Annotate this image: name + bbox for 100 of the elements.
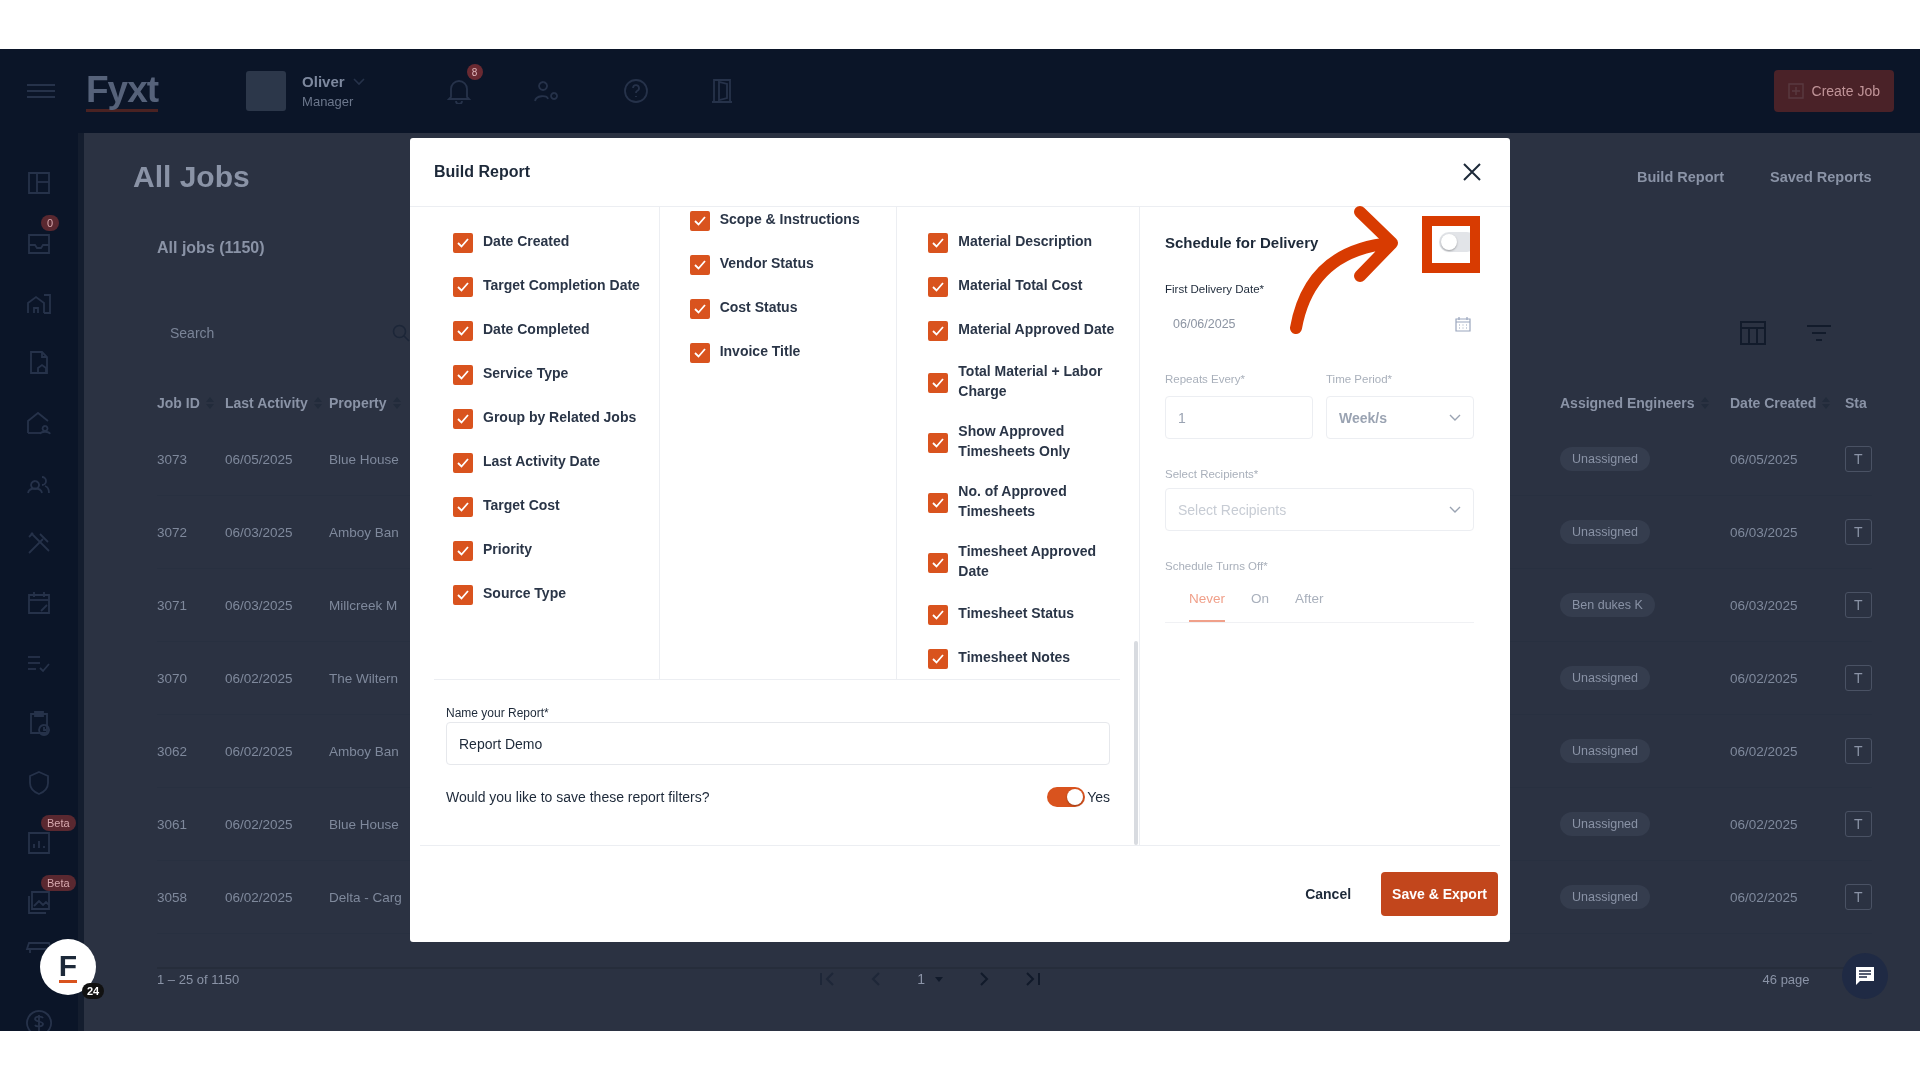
checkbox[interactable]	[928, 277, 949, 297]
header-link[interactable]: Saved Reports	[1770, 169, 1872, 185]
chat-icon	[1855, 966, 1875, 986]
column-header[interactable]: Sta	[1845, 395, 1867, 411]
checkbox[interactable]	[453, 585, 473, 605]
save-export-button[interactable]: Save & Export	[1381, 872, 1498, 916]
checkbox-label[interactable]: Vendor Status	[719, 253, 814, 273]
checkbox[interactable]	[453, 541, 473, 561]
column-header[interactable]: Job ID	[157, 395, 200, 411]
checkbox[interactable]	[689, 211, 710, 231]
last-page-icon[interactable]	[1024, 972, 1041, 986]
columns-icon[interactable]	[1739, 321, 1766, 345]
table-cell: 06/03/2025	[225, 597, 293, 613]
calendar-edit-icon[interactable]	[25, 589, 53, 617]
checkbox-label[interactable]: Cost Status	[719, 297, 798, 317]
checkbox[interactable]	[928, 321, 949, 341]
field-label: First Delivery Date*	[1165, 282, 1265, 297]
checkbox[interactable]	[928, 373, 949, 393]
checkbox-label[interactable]: Invoice Title	[719, 341, 801, 361]
chat-button[interactable]	[1842, 953, 1888, 999]
table-cell: The Wiltern	[329, 670, 399, 686]
image-stack-icon[interactable]	[25, 889, 53, 917]
column-header[interactable]: Assigned Engineers	[1560, 395, 1695, 411]
checkbox[interactable]	[453, 321, 473, 341]
header-link[interactable]: Build Report	[1637, 169, 1724, 185]
checkbox[interactable]	[928, 433, 949, 453]
page-count: 46 page	[1762, 971, 1810, 987]
checkbox-label[interactable]: Last Activity Date	[483, 451, 600, 471]
checkbox[interactable]	[928, 553, 949, 573]
checkbox[interactable]	[453, 233, 473, 253]
status-tag: T	[1845, 665, 1872, 691]
checkbox[interactable]	[453, 277, 473, 297]
close-icon[interactable]	[1462, 162, 1482, 182]
checkbox-label[interactable]: No. of Approved Timesheets	[958, 481, 1119, 521]
checkbox-label[interactable]: Timesheet Status	[958, 603, 1074, 623]
checkbox[interactable]	[928, 649, 949, 669]
results-range: 1 – 25 of 1150	[157, 971, 240, 987]
calendar-icon	[1455, 316, 1471, 332]
checkbox-label[interactable]: Show Approved Timesheets Only	[958, 421, 1119, 461]
checkbox-label[interactable]: Date Created	[483, 231, 570, 251]
table-cell: 3061	[157, 816, 188, 832]
user-gear-icon[interactable]	[532, 79, 561, 103]
filter-icon[interactable]	[1805, 324, 1832, 342]
engineer-tag: Ben dukes K	[1560, 593, 1655, 617]
checkbox-label[interactable]: Total Material + Labor Charge	[958, 361, 1119, 401]
checkmark-icon	[456, 456, 470, 470]
checkbox-label[interactable]: Group by Related Jobs	[483, 407, 637, 427]
layout-icon[interactable]	[25, 169, 53, 197]
table-cell: 06/02/2025	[1730, 743, 1798, 759]
menu-icon[interactable]	[27, 84, 55, 98]
door-icon[interactable]	[710, 78, 733, 104]
checkbox-label[interactable]: Timesheet Approved Date	[958, 541, 1119, 581]
table-cell: 06/02/2025	[225, 816, 293, 832]
table-cell: 3058	[157, 889, 188, 905]
table-cell: 06/02/2025	[1730, 816, 1798, 832]
checkbox-label[interactable]: Target Completion Date	[483, 275, 640, 295]
checkbox-label[interactable]: Service Type	[483, 363, 569, 383]
report-name-field[interactable]: Report Demo	[446, 722, 1110, 765]
checkbox[interactable]	[928, 493, 949, 513]
checkmark-icon	[931, 496, 946, 510]
checkbox-label[interactable]: Timesheet Notes	[958, 647, 1071, 667]
checkbox[interactable]	[689, 255, 710, 275]
checkbox[interactable]	[689, 299, 710, 319]
checkbox-label[interactable]: Material Approved Date	[958, 319, 1115, 339]
search-field[interactable]: Search	[168, 324, 392, 342]
checkbox-label[interactable]: Material Total Cost	[958, 275, 1083, 295]
checkbox[interactable]	[928, 605, 949, 625]
toggle-switch[interactable]	[1047, 787, 1086, 807]
checkmark-icon	[931, 556, 946, 570]
help-icon[interactable]	[622, 78, 649, 104]
create-job-button[interactable]: Create Job	[1773, 70, 1894, 112]
user-name[interactable]: Oliver	[302, 73, 345, 90]
column-header[interactable]: Last Activity	[225, 395, 308, 411]
checkmark-icon	[456, 500, 470, 514]
bar-chart-icon[interactable]	[25, 829, 53, 857]
checkbox-label[interactable]: Scope & Instructions	[719, 209, 860, 229]
bell-icon[interactable]	[446, 78, 471, 104]
page-select[interactable]: 1	[917, 971, 943, 987]
field-label: Select Recipients*	[1165, 467, 1259, 482]
checkbox[interactable]	[453, 497, 473, 517]
checkbox[interactable]	[453, 409, 473, 429]
engineer-tag: Unassigned	[1560, 520, 1650, 544]
checkbox-label[interactable]: Material Description	[958, 231, 1093, 251]
checkbox[interactable]	[689, 343, 710, 363]
column-header[interactable]: Date Created	[1730, 395, 1817, 411]
checkbox-label[interactable]: Source Type	[483, 583, 566, 603]
cancel-button[interactable]: Cancel	[1305, 876, 1352, 912]
table-cell: 06/05/2025	[225, 451, 293, 467]
dollar-icon[interactable]	[25, 1009, 53, 1031]
chevron-down-icon[interactable]	[352, 77, 365, 86]
checkbox-label[interactable]: Target Cost	[483, 495, 560, 515]
checkbox[interactable]	[928, 233, 949, 253]
checkbox[interactable]	[453, 453, 473, 473]
table-cell: 06/02/2025	[225, 743, 293, 759]
next-page-icon[interactable]	[978, 972, 989, 986]
checkbox-label[interactable]: Date Completed	[483, 319, 590, 339]
checkbox[interactable]	[453, 365, 473, 385]
house-person-icon[interactable]	[25, 409, 53, 437]
column-header[interactable]: Property	[329, 395, 387, 411]
checkbox-label[interactable]: Priority	[483, 539, 532, 559]
